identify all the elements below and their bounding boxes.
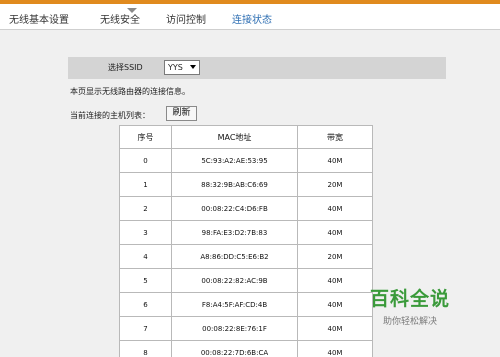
cell-mac: 00:08:22:8E:76:1F [171, 316, 298, 341]
table-row: 0 5C:93:A2:AE:53:95 40M [119, 148, 373, 173]
table-row: 3 98:FA:E3:D2:7B:83 40M [119, 220, 373, 245]
cell-bandwidth: 40M [297, 196, 373, 221]
cell-mac: 5C:93:A2:AE:53:95 [171, 148, 298, 173]
cell-mac: 00:08:22:C4:D6:FB [171, 196, 298, 221]
nav-tabs: 无线基本设置 无线安全 访问控制 连接状态 [0, 4, 500, 30]
dropdown-arrow-icon [190, 65, 196, 69]
tab-connection-status[interactable]: 连接状态 [232, 11, 272, 26]
table-row: 8 00:08:22:7D:6B:CA 40M [119, 340, 373, 357]
header-bandwidth: 带宽 [297, 125, 373, 149]
cell-bandwidth: 20M [297, 244, 373, 269]
watermark-title: 百科全说 [369, 288, 450, 310]
table-row: 7 00:08:22:8E:76:1F 40M [119, 316, 373, 341]
cell-mac: 88:32:9B:AB:C6:69 [171, 172, 298, 197]
watermark-subtitle: 助你轻松解决 [382, 317, 437, 327]
cell-index: 2 [119, 196, 172, 221]
ssid-selected-value: YYS [168, 63, 183, 72]
cell-index: 1 [119, 172, 172, 197]
cell-mac: F8:A4:5F:AF:CD:4B [171, 292, 298, 317]
table-row: 5 00:08:22:82:AC:9B 40M [119, 268, 373, 293]
header-index: 序号 [119, 125, 172, 149]
ssid-bar: 选择SSID YYS [68, 57, 446, 79]
tab-access-control[interactable]: 访问控制 [166, 11, 206, 26]
ssid-select[interactable]: YYS [164, 60, 200, 75]
cell-index: 5 [119, 268, 172, 293]
cell-index: 6 [119, 292, 172, 317]
watermark-logo: 百科全说 助你轻松解决 [358, 284, 462, 327]
cell-bandwidth: 40M [297, 148, 373, 173]
cell-index: 8 [119, 340, 172, 357]
cell-index: 7 [119, 316, 172, 341]
hosts-table: 序号 MAC地址 带宽 0 5C:93:A2:AE:53:95 40M 1 88… [119, 125, 373, 357]
table-row: 1 88:32:9B:AB:C6:69 20M [119, 172, 373, 197]
refresh-button[interactable]: 刷新 [166, 106, 197, 121]
tab-wireless-basic[interactable]: 无线基本设置 [9, 11, 69, 26]
tab-wireless-security[interactable]: 无线安全 [100, 11, 140, 26]
table-row: 6 F8:A4:5F:AF:CD:4B 40M [119, 292, 373, 317]
cell-mac: 00:08:22:82:AC:9B [171, 268, 298, 293]
cell-mac: 98:FA:E3:D2:7B:83 [171, 220, 298, 245]
host-list-label: 当前连接的主机列表： [70, 111, 150, 120]
header-mac: MAC地址 [171, 125, 298, 149]
cell-mac: 00:08:22:7D:6B:CA [171, 340, 298, 357]
cell-bandwidth: 40M [297, 220, 373, 245]
info-text: 本页显示无线路由器的连接信息。 [70, 87, 190, 96]
cell-index: 0 [119, 148, 172, 173]
cell-index: 3 [119, 220, 172, 245]
table-header-row: 序号 MAC地址 带宽 [119, 125, 373, 149]
ssid-label: 选择SSID [108, 63, 143, 72]
table-row: 4 A8:86:DD:C5:E6:B2 20M [119, 244, 373, 269]
cell-bandwidth: 20M [297, 172, 373, 197]
cell-bandwidth: 40M [297, 340, 373, 357]
cell-index: 4 [119, 244, 172, 269]
table-row: 2 00:08:22:C4:D6:FB 40M [119, 196, 373, 221]
cell-mac: A8:86:DD:C5:E6:B2 [171, 244, 298, 269]
